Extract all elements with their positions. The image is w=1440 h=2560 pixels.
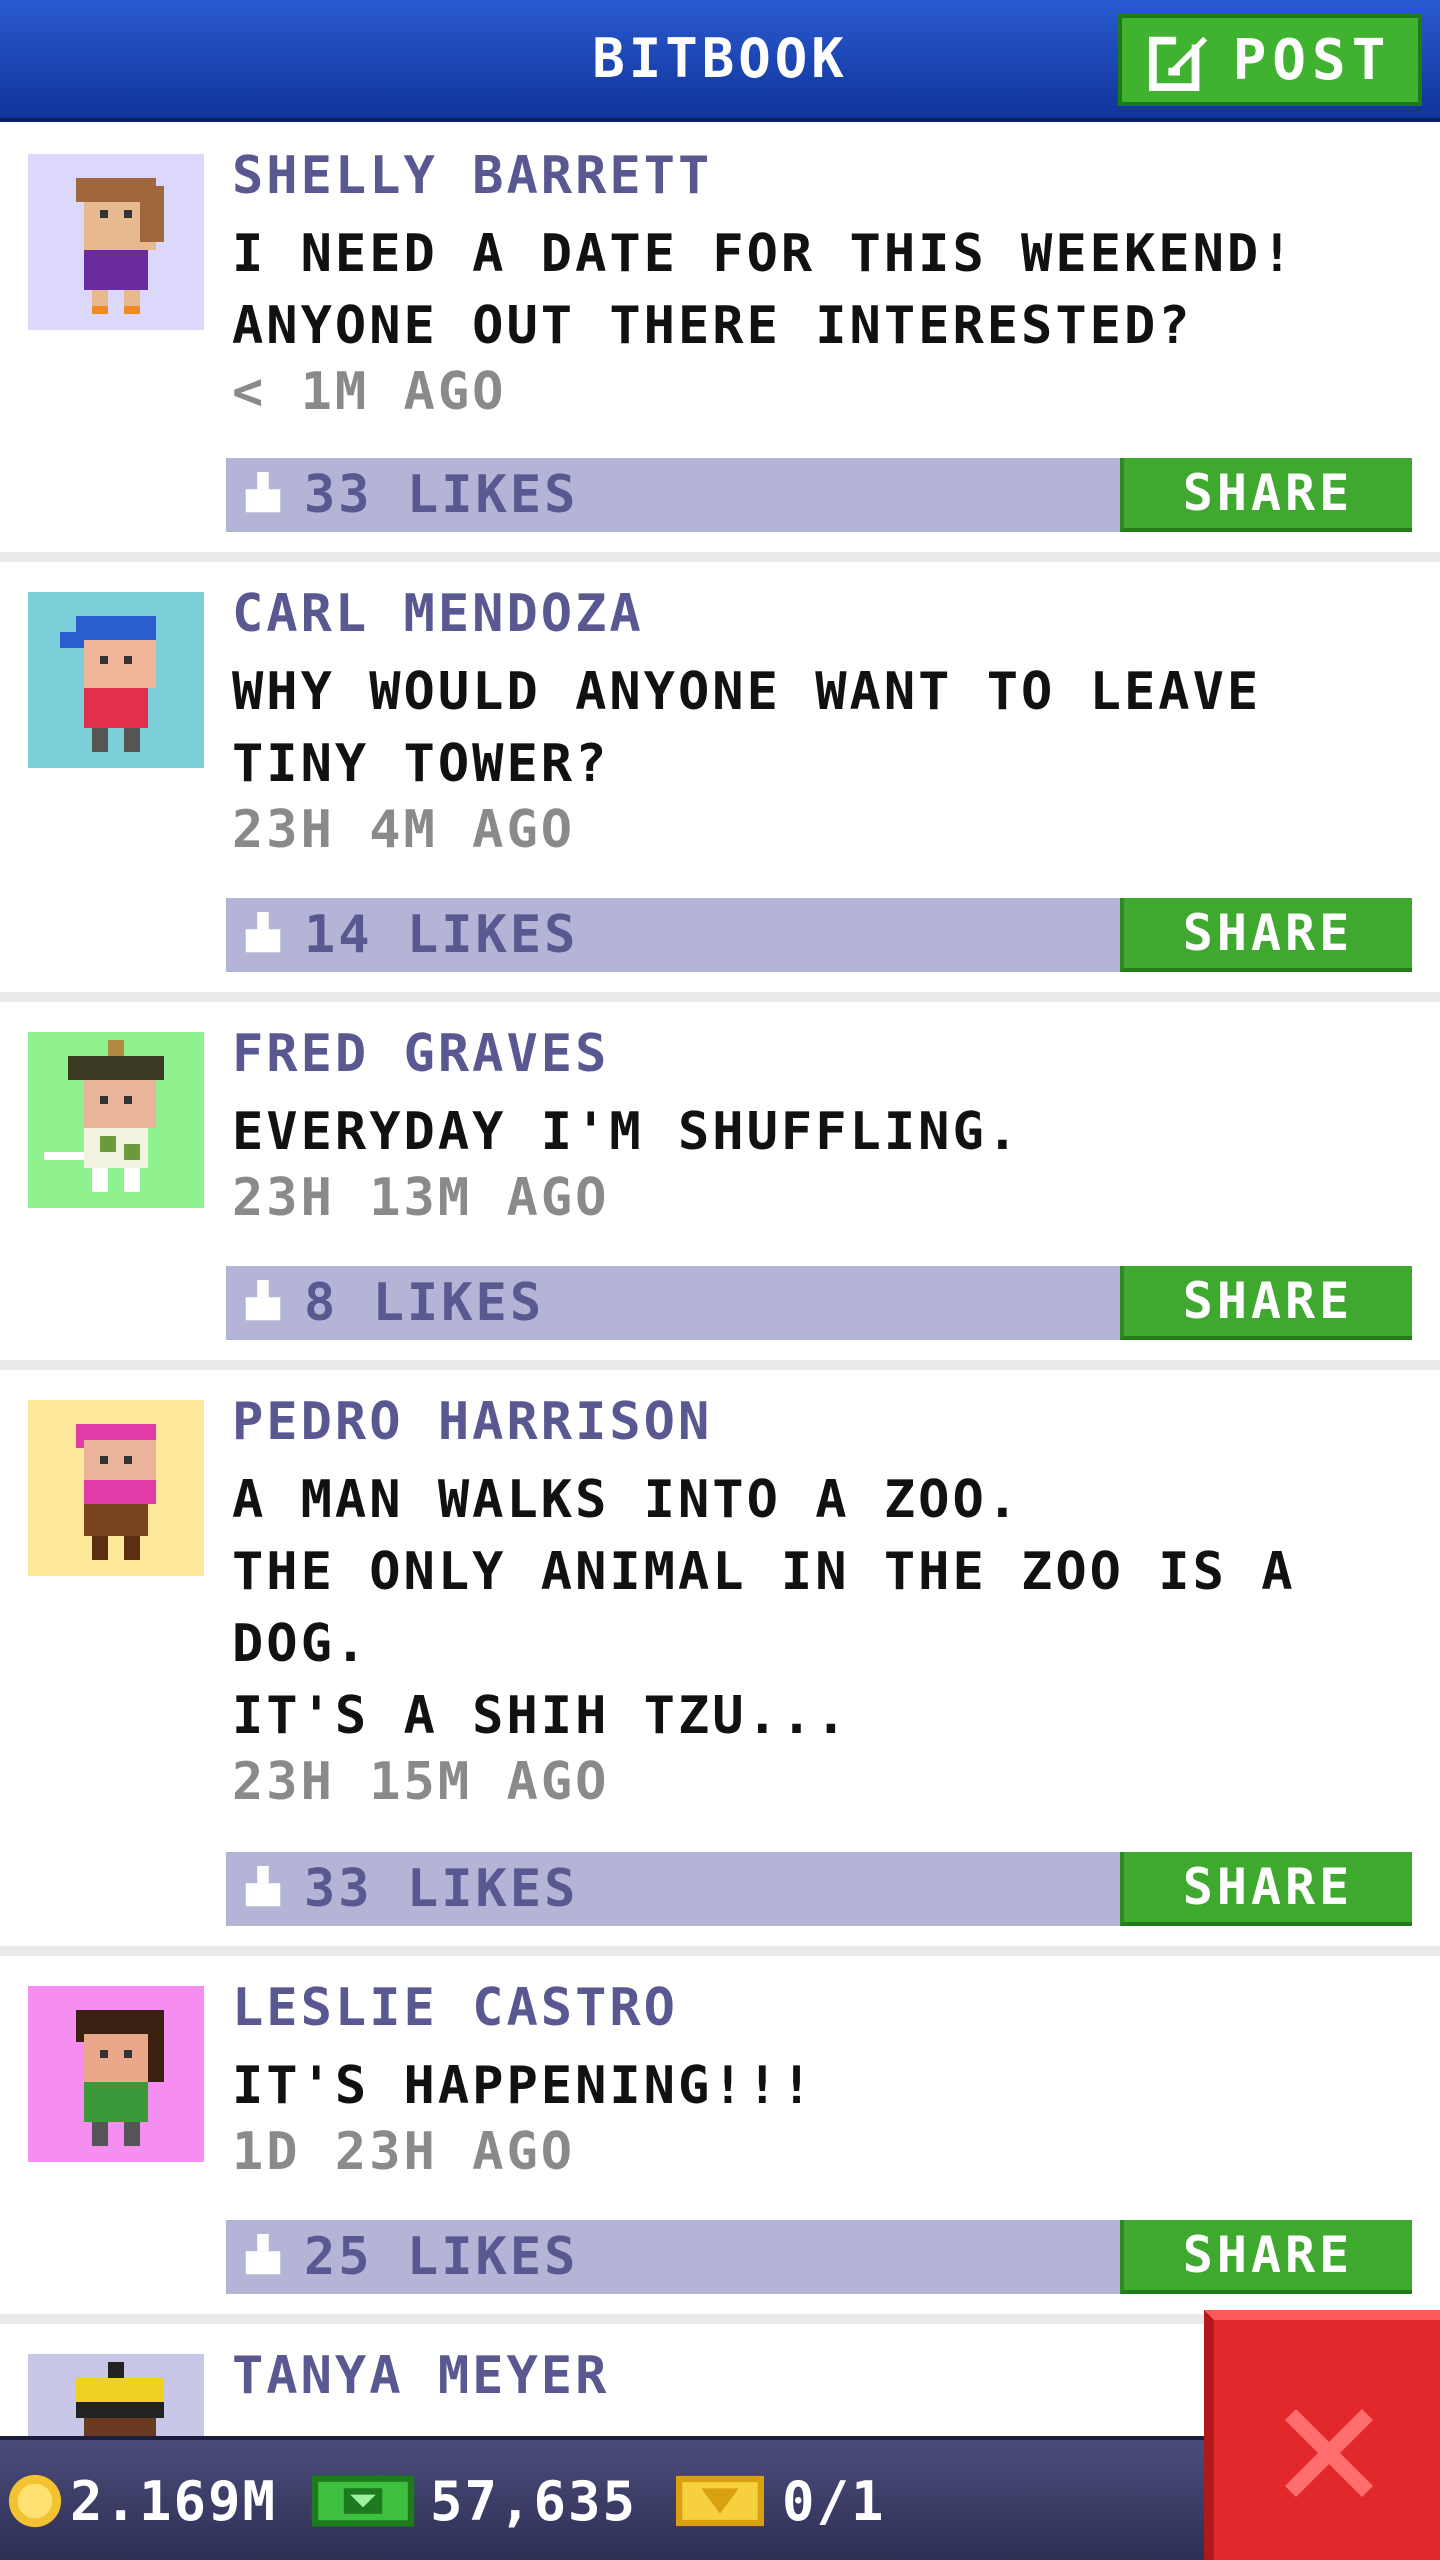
post-message-line: THE ONLY ANIMAL IN THE ZOO IS A [232, 1542, 1296, 1602]
post-timestamp: 23H 15M AGO [232, 1752, 610, 1812]
edit-icon [1148, 32, 1207, 91]
feed-post: FRED GRAVES EVERYDAY I'M SHUFFLING. 23H … [0, 1004, 1440, 1370]
like-bar: 8 LIKES SHARE [226, 1266, 1412, 1340]
post-message-line: ANYONE OUT THERE INTERESTED? [232, 296, 1193, 356]
post-author[interactable]: SHELLY BARRETT [232, 146, 712, 206]
vip-value: 0/1 [782, 2469, 886, 2533]
bux-value: 57,635 [430, 2469, 638, 2533]
avatar [28, 1032, 204, 1208]
like-bar: 14 LIKES SHARE [226, 898, 1412, 972]
app-header: BITBOOK POST [0, 0, 1440, 122]
coins-stat: 2.169M [6, 2462, 277, 2540]
avatar [28, 154, 204, 330]
thumbs-up-icon[interactable] [240, 1866, 286, 1912]
post-message: I NEED A DATE FOR THIS WEEKEND! ANYONE O… [232, 218, 1402, 362]
post-author[interactable]: CARL MENDOZA [232, 584, 644, 644]
share-button[interactable]: SHARE [1120, 1852, 1412, 1926]
likes-count: 25 LIKES [304, 2227, 579, 2287]
share-button[interactable]: SHARE [1120, 458, 1412, 532]
feed-post: LESLIE CASTRO IT'S HAPPENING!!! 1D 23H A… [0, 1958, 1440, 2324]
vip-ticket-icon [676, 2475, 764, 2527]
share-button[interactable]: SHARE [1120, 2220, 1412, 2294]
feed-post: PEDRO HARRISON A MAN WALKS INTO A ZOO. T… [0, 1372, 1440, 1956]
post-message-line: DOG. [232, 1614, 370, 1674]
post-timestamp: < 1M AGO [232, 362, 507, 422]
close-button[interactable] [1204, 2310, 1440, 2560]
post-message-line: IT'S HAPPENING!!! [232, 2056, 816, 2116]
feed-post: CARL MENDOZA WHY WOULD ANYONE WANT TO LE… [0, 564, 1440, 1002]
post-message: A MAN WALKS INTO A ZOO. THE ONLY ANIMAL … [232, 1464, 1402, 1752]
post-message: WHY WOULD ANYONE WANT TO LEAVE TINY TOWE… [232, 656, 1402, 800]
post-message: EVERYDAY I'M SHUFFLING. [232, 1096, 1402, 1168]
post-timestamp: 23H 13M AGO [232, 1168, 610, 1228]
avatar [28, 1400, 204, 1576]
coin-icon [8, 2474, 62, 2528]
share-button[interactable]: SHARE [1120, 1266, 1412, 1340]
thumbs-up-icon[interactable] [240, 1280, 286, 1326]
likes-count: 33 LIKES [304, 1859, 579, 1919]
post-author[interactable]: TANYA MEYER [232, 2346, 609, 2406]
bux-icon [311, 2475, 415, 2527]
share-button[interactable]: SHARE [1120, 898, 1412, 972]
post-message-line: TINY TOWER? [232, 734, 610, 794]
like-bar: 33 LIKES SHARE [226, 1852, 1412, 1926]
avatar [28, 592, 204, 768]
bux-stat: 57,635 [310, 2462, 637, 2540]
post-message-line: A MAN WALKS INTO A ZOO. [232, 1470, 1022, 1530]
post-author[interactable]: FRED GRAVES [232, 1024, 609, 1084]
post-message-line: I NEED A DATE FOR THIS WEEKEND! [232, 224, 1296, 284]
post-author[interactable]: PEDRO HARRISON [232, 1392, 712, 1452]
post-message-line: WHY WOULD ANYONE WANT TO LEAVE [232, 662, 1262, 722]
thumbs-up-icon[interactable] [240, 2234, 286, 2280]
vip-stat: 0/1 [676, 2462, 886, 2540]
post-button-label: POST [1232, 27, 1392, 93]
likes-count: 33 LIKES [304, 465, 579, 525]
likes-count: 8 LIKES [304, 1273, 545, 1333]
post-timestamp: 1D 23H AGO [232, 2122, 576, 2182]
feed-post: SHELLY BARRETT I NEED A DATE FOR THIS WE… [0, 126, 1440, 562]
post-button[interactable]: POST [1118, 14, 1422, 106]
thumbs-up-icon[interactable] [240, 912, 286, 958]
post-timestamp: 23H 4M AGO [232, 800, 576, 860]
coins-value: 2.169M [70, 2469, 278, 2533]
likes-count: 14 LIKES [304, 905, 579, 965]
close-icon [1285, 2409, 1373, 2497]
post-author[interactable]: LESLIE CASTRO [232, 1978, 678, 2038]
post-message-line: EVERYDAY I'M SHUFFLING. [232, 1102, 1022, 1162]
thumbs-up-icon[interactable] [240, 472, 286, 518]
post-message: IT'S HAPPENING!!! [232, 2050, 1402, 2122]
like-bar: 25 LIKES SHARE [226, 2220, 1412, 2294]
like-bar: 33 LIKES SHARE [226, 458, 1412, 532]
post-message-line: IT'S A SHIH TZU... [232, 1686, 850, 1746]
avatar [28, 1986, 204, 2162]
